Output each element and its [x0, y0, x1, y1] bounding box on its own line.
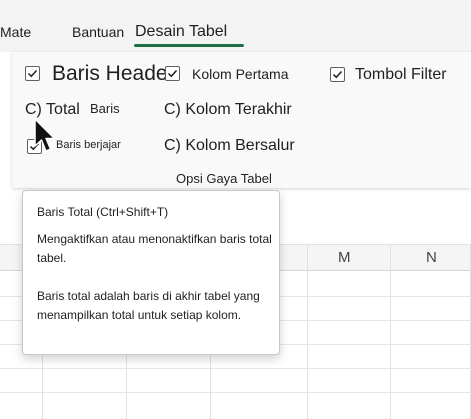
grid-row-line	[0, 392, 471, 393]
first-column-checkbox[interactable]	[165, 66, 180, 81]
first-column-label[interactable]: Kolom Pertama	[192, 66, 288, 82]
checkmark-icon	[27, 69, 38, 78]
tooltip-detail: Baris total adalah baris di akhir tabel …	[37, 289, 260, 322]
group-label-table-style-options: Opsi Gaya Tabel	[176, 171, 272, 186]
total-row-label[interactable]: C) Total	[25, 101, 80, 119]
header-row-label[interactable]: Baris Header	[52, 62, 175, 86]
tab-desain-tabel[interactable]: Desain Tabel	[135, 23, 227, 41]
checkmark-icon	[167, 69, 178, 78]
tab-mate[interactable]: Mate	[0, 24, 31, 40]
checkmark-icon	[332, 70, 343, 79]
tooltip-description: Mengaktifkan atau menonaktifkan baris to…	[37, 232, 272, 265]
tooltip-title: Baris Total (Ctrl+Shift+T)	[37, 205, 169, 219]
column-header-n[interactable]: N	[426, 249, 437, 266]
grid-row-line	[0, 368, 471, 369]
banded-columns-label[interactable]: C) Kolom Bersalur	[164, 137, 295, 155]
column-header-m[interactable]: M	[338, 249, 351, 266]
banded-rows-label[interactable]: Baris berjajar	[56, 139, 121, 151]
active-tab-indicator	[134, 44, 244, 47]
tab-bantuan[interactable]: Bantuan	[72, 24, 124, 40]
total-row-tooltip: Baris Total (Ctrl+Shift+T) Mengaktifkan …	[22, 190, 280, 355]
total-row-hint: Baris	[90, 101, 120, 116]
filter-button-label[interactable]: Tombol Filter	[355, 66, 447, 84]
last-column-label[interactable]: C) Kolom Terakhir	[164, 101, 292, 119]
header-row-checkbox[interactable]	[25, 66, 40, 81]
filter-button-checkbox[interactable]	[330, 67, 345, 82]
mouse-pointer-icon	[34, 118, 56, 152]
